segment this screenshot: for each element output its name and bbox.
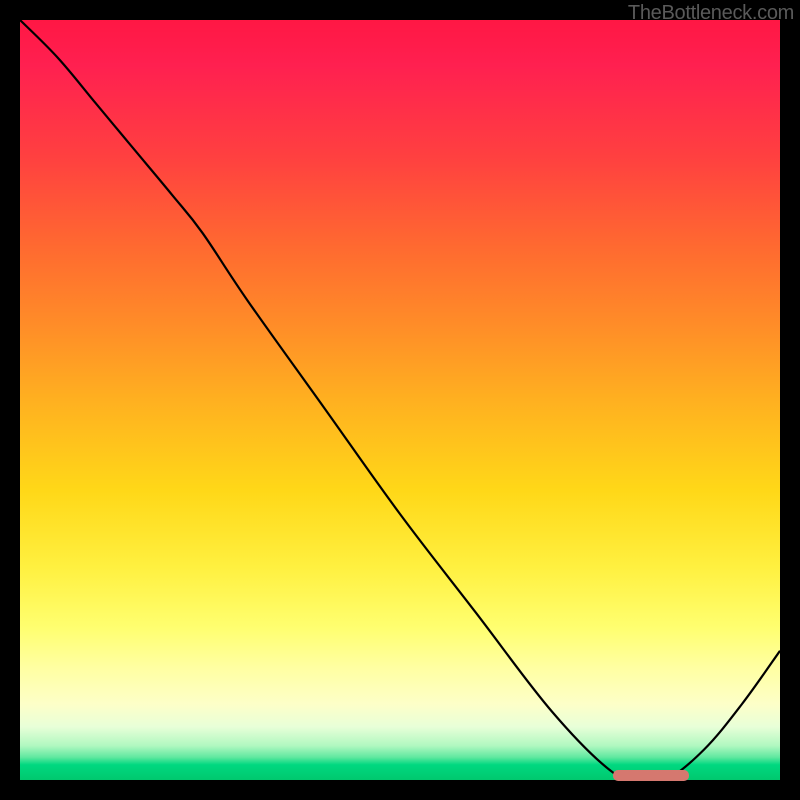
- optimal-range-marker: [613, 770, 689, 781]
- bottleneck-curve: [20, 20, 780, 780]
- watermark: TheBottleneck.com: [628, 2, 794, 25]
- plot-area: [20, 20, 780, 780]
